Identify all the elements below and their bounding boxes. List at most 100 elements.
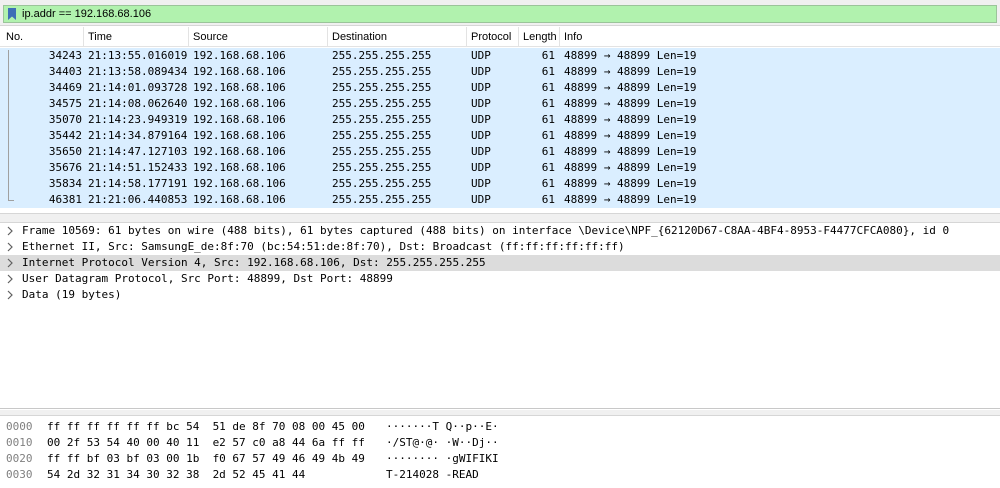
hex-ascii[interactable]: T-214028 -READ	[386, 468, 479, 482]
col-header-time[interactable]: Time	[88, 31, 112, 44]
table-row[interactable]: 34469 21:14:01.093728 192.168.68.106 255.25…	[0, 80, 1000, 96]
hex-bytes[interactable]: 00 2f 53 54 40 00 40 11 e2 57 c0 a8 44 6…	[47, 436, 365, 450]
col-header-length[interactable]: Length	[523, 31, 557, 44]
col-header-destination[interactable]: Destination	[332, 31, 387, 44]
packet-list[interactable]: No. Time Source Destination Protocol Len…	[0, 27, 1000, 211]
packet-destination: 255.255.255.255	[332, 113, 432, 126]
packet-source: 192.168.68.106	[193, 65, 286, 78]
detail-tree-item[interactable]: User Datagram Protocol, Src Port: 48899,…	[0, 271, 1000, 287]
packet-time: 21:14:08.062640	[88, 97, 188, 110]
hex-bytes[interactable]: 54 2d 32 31 34 30 32 38 2d 52 45 41 44	[47, 468, 305, 482]
hex-ascii[interactable]: ········ ·gWIFIKI	[386, 452, 499, 466]
col-header-protocol[interactable]: Protocol	[471, 31, 511, 44]
packet-info: 48899 → 48899 Len=19	[564, 177, 697, 190]
detail-tree-item[interactable]: Ethernet II, Src: SamsungE_de:8f:70 (bc:…	[0, 239, 1000, 255]
packet-length: 61	[541, 193, 555, 206]
detail-tree-item[interactable]: Frame 10569: 61 bytes on wire (488 bits)…	[0, 223, 1000, 239]
packet-protocol: UDP	[471, 65, 491, 78]
packet-info: 48899 → 48899 Len=19	[564, 113, 697, 126]
chevron-right-icon[interactable]	[6, 242, 14, 252]
detail-tree-item[interactable]: Data (19 bytes)	[0, 287, 1000, 303]
packet-length: 61	[541, 97, 555, 110]
hex-row: 0000 ff ff ff ff ff ff bc 54 51 de 8f 70 …	[0, 419, 1000, 435]
packet-protocol: UDP	[471, 145, 491, 158]
packet-details-tree[interactable]: Frame 10569: 61 bytes on wire (488 bits)…	[0, 223, 1000, 409]
packet-info: 48899 → 48899 Len=19	[564, 129, 697, 142]
hex-row: 0030 54 2d 32 31 34 30 32 38 2d 52 45 41 …	[0, 467, 1000, 483]
packet-protocol: UDP	[471, 161, 491, 174]
packet-source: 192.168.68.106	[193, 113, 286, 126]
table-row[interactable]: 35070 21:14:23.949319 192.168.68.106 255.25…	[0, 112, 1000, 128]
packet-length: 61	[541, 113, 555, 126]
packet-no: 35650	[48, 145, 82, 158]
packet-time: 21:14:58.177191	[88, 177, 188, 190]
table-row[interactable]: 34575 21:14:08.062640 192.168.68.106 255.25…	[0, 96, 1000, 112]
filter-text: ip.addr == 192.168.68.106	[22, 8, 152, 20]
packet-list-header: No. Time Source Destination Protocol Len…	[0, 27, 1000, 47]
table-row[interactable]: 35834 21:14:58.177191 192.168.68.106 255.25…	[0, 176, 1000, 192]
bookmark-icon[interactable]	[7, 8, 17, 20]
packet-source: 192.168.68.106	[193, 49, 286, 62]
related-packets-line	[8, 50, 9, 200]
packet-length: 61	[541, 49, 555, 62]
packet-no: 35834	[48, 177, 82, 190]
table-row[interactable]: 35650 21:14:47.127103 192.168.68.106 255.25…	[0, 144, 1000, 160]
table-row[interactable]: 35442 21:14:34.879164 192.168.68.106 255.25…	[0, 128, 1000, 144]
packet-protocol: UDP	[471, 81, 491, 94]
hex-bytes[interactable]: ff ff bf 03 bf 03 00 1b f0 67 57 49 46 4…	[47, 452, 365, 466]
packet-source: 192.168.68.106	[193, 161, 286, 174]
chevron-right-icon[interactable]	[6, 258, 14, 268]
packet-destination: 255.255.255.255	[332, 97, 432, 110]
packet-time: 21:14:47.127103	[88, 145, 188, 158]
packet-time: 21:21:06.440853	[88, 193, 188, 206]
table-row[interactable]: 34403 21:13:58.089434 192.168.68.106 255.25…	[0, 64, 1000, 80]
packet-length: 61	[541, 161, 555, 174]
hex-bytes[interactable]: ff ff ff ff ff ff bc 54 51 de 8f 70 08 0…	[47, 420, 365, 434]
col-header-source[interactable]: Source	[193, 31, 228, 44]
pane-splitter-top[interactable]	[0, 213, 1000, 223]
chevron-right-icon[interactable]	[6, 274, 14, 284]
packet-time: 21:14:23.949319	[88, 113, 188, 126]
packet-time: 21:14:34.879164	[88, 129, 188, 142]
packet-info: 48899 → 48899 Len=19	[564, 161, 697, 174]
packet-source: 192.168.68.106	[193, 129, 286, 142]
table-row[interactable]: 34243 21:13:55.016019 192.168.68.106 255.25…	[0, 48, 1000, 64]
packet-protocol: UDP	[471, 177, 491, 190]
packet-length: 61	[541, 129, 555, 142]
display-filter-input[interactable]: ip.addr == 192.168.68.106	[3, 5, 997, 23]
hex-offset[interactable]: 0010	[6, 436, 33, 450]
packet-destination: 255.255.255.255	[332, 161, 432, 174]
detail-tree-item[interactable]: Internet Protocol Version 4, Src: 192.16…	[0, 255, 1000, 271]
packet-protocol: UDP	[471, 97, 491, 110]
table-row[interactable]: 35676 21:14:51.152433 192.168.68.106 255.25…	[0, 160, 1000, 176]
packet-source: 192.168.68.106	[193, 177, 286, 190]
hex-offset[interactable]: 0020	[6, 452, 33, 466]
packet-no: 35442	[48, 129, 82, 142]
hex-offset[interactable]: 0000	[6, 420, 33, 434]
hex-ascii[interactable]: ·/ST@·@· ·W··Dj··	[386, 436, 499, 450]
packet-length: 61	[541, 145, 555, 158]
packet-no: 34243	[48, 49, 82, 62]
chevron-right-icon[interactable]	[6, 226, 14, 236]
packet-length: 61	[541, 81, 555, 94]
packet-time: 21:14:01.093728	[88, 81, 188, 94]
packet-no: 34575	[48, 97, 82, 110]
packet-info: 48899 → 48899 Len=19	[564, 145, 697, 158]
col-header-no[interactable]: No.	[6, 31, 23, 44]
filter-toolbar: ip.addr == 192.168.68.106	[0, 0, 1000, 26]
hex-ascii[interactable]: ·······T Q··p··E·	[386, 420, 499, 434]
hex-offset[interactable]: 0030	[6, 468, 33, 482]
chevron-right-icon[interactable]	[6, 290, 14, 300]
packet-time: 21:13:58.089434	[88, 65, 188, 78]
detail-tree-label: Ethernet II, Src: SamsungE_de:8f:70 (bc:…	[22, 240, 625, 253]
packet-destination: 255.255.255.255	[332, 81, 432, 94]
packet-info: 48899 → 48899 Len=19	[564, 193, 697, 206]
packet-bytes-pane[interactable]: 0000 ff ff ff ff ff ff bc 54 51 de 8f 70 …	[0, 416, 1000, 488]
col-header-info[interactable]: Info	[564, 31, 582, 44]
packet-destination: 255.255.255.255	[332, 145, 432, 158]
detail-tree-label: Data (19 bytes)	[22, 288, 122, 301]
packet-source: 192.168.68.106	[193, 97, 286, 110]
packet-source: 192.168.68.106	[193, 81, 286, 94]
table-row[interactable]: 46381 21:21:06.440853 192.168.68.106 255.25…	[0, 192, 1000, 208]
packet-info: 48899 → 48899 Len=19	[564, 49, 697, 62]
